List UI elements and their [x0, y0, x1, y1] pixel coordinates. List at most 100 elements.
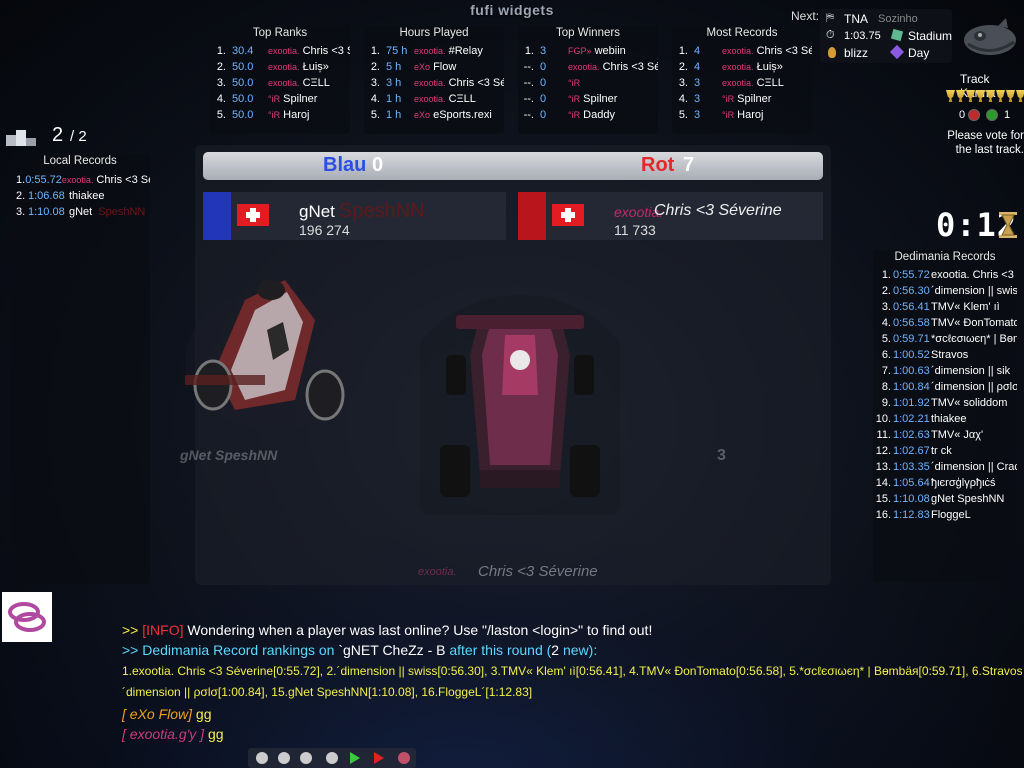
replay-icon[interactable]: [326, 752, 338, 764]
local-records-list: 1.0:55.72 exootia.Chris <3 Séverine2.1:0…: [10, 172, 150, 220]
team-score-bar: [203, 152, 823, 180]
rank-position: 1.: [216, 45, 226, 57]
karma-minus-button[interactable]: [968, 109, 980, 121]
record-suffix: SpeshNN: [98, 206, 146, 218]
rank-row: 3. 3 exootia. CΞLL: [672, 75, 812, 91]
chat-line-player-2: [ exootia.g'y ] gg: [122, 726, 224, 742]
dedi-time: 0:56.58: [893, 317, 930, 329]
rank-value: 4: [694, 45, 701, 57]
dedi-position: 4.: [881, 317, 891, 329]
team-color-bar-blue: [203, 192, 231, 240]
dedi-player: Stravos: [931, 349, 969, 361]
rank-value: 4: [694, 61, 701, 73]
trophy-icon: [946, 90, 955, 102]
dedimania-title: Dedimania Records: [894, 251, 996, 263]
record-prefix: exootia.: [61, 175, 94, 185]
skip-back-icon[interactable]: [256, 752, 268, 764]
dedimania-row: 2. 0:56.30 ´dimension || swiss: [873, 283, 1017, 299]
dedi-time: 0:55.72: [893, 269, 930, 281]
rank-position: 1.: [524, 45, 534, 57]
player-name: °iR: [568, 78, 581, 88]
dedimania-row: 5.0:59.71*σcℓєσιωєη* | Bɵmbäя: [873, 331, 1017, 347]
dedimania-row: 16. 1:12.83 FloggeL: [873, 507, 1017, 523]
hourglass-icon: [999, 212, 1017, 238]
chat-line-info: >> [INFO] Wondering when a player was la…: [122, 622, 653, 638]
dedimania-row: 3. 0:56.41 TMV« Klem' ıì: [873, 299, 1017, 315]
top-ranks-panel: Top Ranks 1. 30.4 exootia. Chris <3 Séveri…: [210, 26, 350, 134]
rank-position: 4.: [216, 93, 226, 105]
tmx-mascot-icon: [964, 18, 1016, 55]
dedimania-row: 14. 1:05.64 ђιєrσģlγρђιċś: [873, 475, 1017, 491]
rank-indicator: 3: [717, 447, 726, 464]
dedi-time: 1:02.63: [893, 429, 930, 441]
stadium-icon: [890, 28, 904, 42]
dedi-time: 1:10.08: [893, 493, 930, 505]
rank-value: 0: [540, 61, 547, 73]
rank-position: 4.: [370, 93, 380, 105]
trophy-icon: [1006, 90, 1015, 102]
dedi-time: 1:00.84: [893, 381, 930, 393]
next-map-time: 1:03.75: [844, 30, 881, 42]
car-right: [420, 295, 620, 515]
dedi-player: FloggeL: [931, 509, 971, 521]
car-left-label: gNet SpeshNN: [180, 447, 278, 463]
karma-vote-prompt: Please vote for the last track.: [947, 130, 1024, 156]
swiss-flag-icon: [237, 204, 269, 226]
dedi-position: 7.: [881, 365, 891, 377]
hours-played-list: 1. 75 h exootia. #Relay 2. 5 h eXo Flow 3. 3 h e…: [364, 43, 504, 123]
player-name: °iR Spilner: [722, 93, 772, 105]
dedi-time: 1:12.83: [893, 509, 930, 521]
dedimania-row: 1.0:55.72exootia. Chris <3 Séverine: [873, 267, 1017, 283]
record-position: 1.: [16, 174, 26, 186]
trophy-icon: [956, 90, 965, 102]
settings-icon[interactable]: [398, 752, 410, 764]
player-name: eXo eSports.rexi: [414, 109, 492, 121]
rank-row: 4. 1 h exootia. CΞLL: [364, 91, 504, 107]
rank-value: 50.0: [232, 61, 254, 73]
rank-value: 75 h: [386, 45, 408, 57]
rank-value: 50.0: [232, 77, 254, 89]
top-ranks-list: 1. 30.4 exootia. Chris <3 Séverine 2. 50.0 ex…: [210, 43, 350, 123]
trophy-icon: [966, 90, 975, 102]
player-name: exootia. Łuiș»: [722, 61, 783, 73]
hours-played-panel: Hours Played 1. 75 h exootia. #Relay 2. 5 h e…: [364, 26, 504, 134]
play-green-icon[interactable]: [350, 752, 360, 764]
player-name: exootia. #Relay: [414, 45, 483, 57]
karma-plus-button[interactable]: [986, 109, 998, 121]
local-records-title: Local Records: [43, 155, 117, 167]
rank-value: 0: [540, 93, 547, 105]
player-name: exootia. Chris <3 Séverine: [414, 77, 504, 89]
next-map-panel[interactable]: ⛿ TNA Sozinho ⏱ 1:03.75 Stadium blizz Da…: [820, 9, 952, 63]
next-map-name: TNA: [844, 12, 868, 26]
dedi-player: ´dimension || sik: [931, 365, 1011, 377]
dedi-player: TMV« ĐonTomato: [931, 317, 1017, 329]
next-map-user: blizz: [844, 46, 869, 60]
rank-position: --.: [523, 77, 534, 89]
player-name: °iR Daddy: [568, 109, 615, 121]
dedi-time: 1:02.21: [893, 413, 930, 425]
dedimania-row: 13.1:03.35´dimension || Cracker: [873, 459, 1017, 475]
rank-row: 1. 4 exootia. Chris <3 Séverine: [672, 43, 812, 59]
dedi-position: 2.: [881, 285, 891, 297]
dedimania-row: 6. 1:00.52 Stravos: [873, 347, 1017, 363]
next-map-label: Next:: [791, 9, 820, 23]
rank-position: 3.: [370, 77, 380, 89]
skip-forward-icon[interactable]: [300, 752, 312, 764]
rank-position: 5.: [370, 109, 380, 121]
play-red-icon[interactable]: [374, 752, 384, 764]
rank-position: 2.: [216, 61, 226, 73]
dedi-player: thiakee: [931, 413, 967, 425]
dedi-time: 1:03.35: [893, 461, 930, 473]
dedi-position: 14.: [875, 477, 891, 489]
swiss-flag-icon: [552, 204, 584, 226]
car-right-prefix: exootia.: [418, 566, 457, 578]
dedi-player: ђιєrσģlγρђιċś: [931, 477, 996, 489]
player-card-right: exootia. Chris <3 Séverine 11 733: [518, 192, 823, 240]
pause-icon[interactable]: [278, 752, 290, 764]
dedi-position: 8.: [881, 381, 891, 393]
dedi-time: 0:56.30: [893, 285, 930, 297]
trophy-icon: [986, 90, 995, 102]
dedi-player: *σcℓєσιωєη* | Bɵmbäя: [931, 333, 1017, 345]
dedimania-row: 8. 1:00.84 ´dimension || ρσlσ: [873, 379, 1017, 395]
rank-value: 3: [694, 109, 701, 121]
